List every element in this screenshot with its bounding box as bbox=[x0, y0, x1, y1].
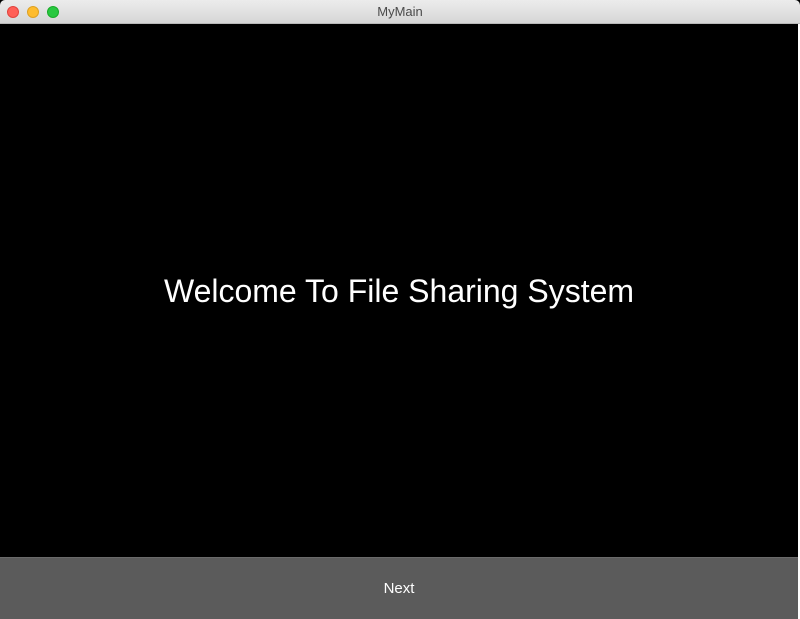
next-button[interactable]: Next bbox=[0, 558, 798, 619]
footer-bar: Next bbox=[0, 557, 798, 619]
welcome-heading: Welcome To File Sharing System bbox=[163, 273, 635, 309]
window-title: MyMain bbox=[377, 4, 423, 19]
main-content: Welcome To File Sharing System bbox=[0, 24, 800, 557]
app-window: MyMain Welcome To File Sharing System Ne… bbox=[0, 0, 800, 619]
title-bar[interactable]: MyMain bbox=[0, 0, 800, 24]
